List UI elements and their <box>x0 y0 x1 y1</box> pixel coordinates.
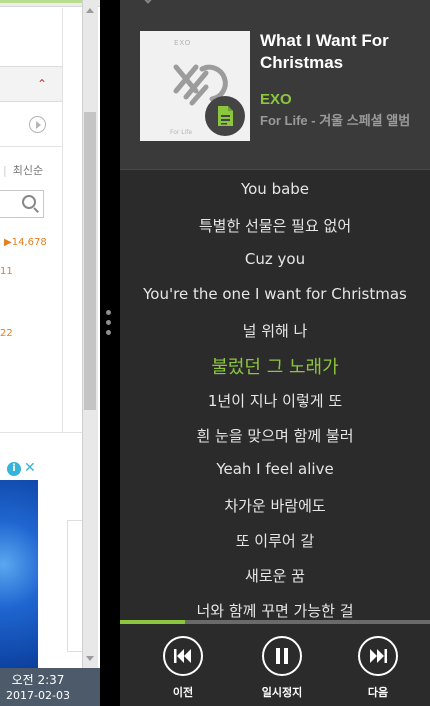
album-name[interactable]: For Life - 겨울 스페셜 앨범 <box>260 110 416 129</box>
background-window: ⌃ | 최신순 ▶14,678 11 22 i ✕ 오전 2:37 2017-02… <box>0 0 100 706</box>
lyrics-toggle-button[interactable] <box>205 96 245 136</box>
document-icon <box>218 106 233 126</box>
lyric-line[interactable]: 널 위해 나 <box>120 320 430 341</box>
advertisement-banner[interactable] <box>0 480 38 668</box>
lyric-line[interactable]: 차가운 바람에도 <box>120 495 430 516</box>
taskbar-clock[interactable]: 오전 2:37 2017-02-03 <box>0 668 100 706</box>
taskbar-date: 2017-02-03 <box>6 689 70 702</box>
lyric-line[interactable]: You're the one I want for Christmas <box>120 285 430 303</box>
background-section-header[interactable] <box>0 66 62 102</box>
playback-progress-fill <box>120 620 186 624</box>
background-card <box>67 520 82 652</box>
music-player: EXO For Life What I Want For Christmas E… <box>120 0 430 706</box>
lyric-line[interactable]: 흰 눈을 맞으며 함께 불러 <box>120 425 430 446</box>
next-button[interactable]: 다음 <box>348 636 408 702</box>
lyric-line[interactable]: 또 이루어 갈 <box>120 530 430 551</box>
background-divider <box>0 432 82 433</box>
previous-label: 이전 <box>172 686 194 699</box>
play-count: ▶14,678 <box>4 237 47 248</box>
next-label: 다음 <box>367 686 389 699</box>
background-scroll-thumb[interactable] <box>84 112 96 410</box>
lyric-line[interactable]: 새로운 꿈 <box>120 565 430 586</box>
ad-close-icon[interactable]: ✕ <box>24 460 36 476</box>
pause-button[interactable]: 일시정지 <box>252 636 312 702</box>
play-circle-icon[interactable] <box>29 116 46 133</box>
lyric-line[interactable]: 너와 함께 꾸면 가능한 걸 <box>120 600 430 618</box>
list-number: 22 <box>0 328 13 339</box>
playback-progress-bar[interactable] <box>120 620 430 624</box>
previous-button[interactable]: 이전 <box>153 636 213 702</box>
collapse-chevron-icon[interactable] <box>142 0 154 4</box>
pause-icon <box>276 648 288 664</box>
list-number: 11 <box>0 266 13 277</box>
sort-option-latest[interactable]: | 최신순 <box>3 162 43 178</box>
pause-label: 일시정지 <box>261 686 303 699</box>
lyric-line[interactable]: 특별한 선물은 필요 없어 <box>120 215 430 236</box>
chevron-up-icon[interactable]: ⌃ <box>37 77 47 91</box>
lyric-line[interactable]: Yeah I feel alive <box>120 460 430 478</box>
lyric-line-current[interactable]: 불렀던 그 노래가 <box>120 353 430 379</box>
lyric-line[interactable]: 1년이 지나 이렇게 또 <box>120 390 430 411</box>
lyric-line[interactable]: Cuz you <box>120 250 430 268</box>
panel-resize-handle[interactable] <box>106 310 112 336</box>
now-playing-header: EXO For Life What I Want For Christmas E… <box>120 0 430 170</box>
song-title: What I Want For Christmas <box>260 31 389 72</box>
background-divider <box>0 146 62 147</box>
skip-next-icon <box>370 649 387 663</box>
search-icon[interactable] <box>22 195 36 209</box>
lyrics-panel[interactable]: You babe 특별한 선물은 필요 없어 Cuz you You're the o… <box>120 172 430 618</box>
artist-name[interactable]: EXO <box>260 91 292 108</box>
header-divider <box>120 169 430 170</box>
lyric-line[interactable]: You babe <box>120 180 430 198</box>
taskbar-time: 오전 2:37 <box>11 673 65 687</box>
scroll-up-arrow-icon[interactable] <box>86 8 94 13</box>
background-divider <box>62 8 63 432</box>
skip-previous-icon <box>174 649 191 663</box>
scroll-down-arrow-icon[interactable] <box>86 656 94 661</box>
ad-info-icon[interactable]: i <box>7 462 21 476</box>
